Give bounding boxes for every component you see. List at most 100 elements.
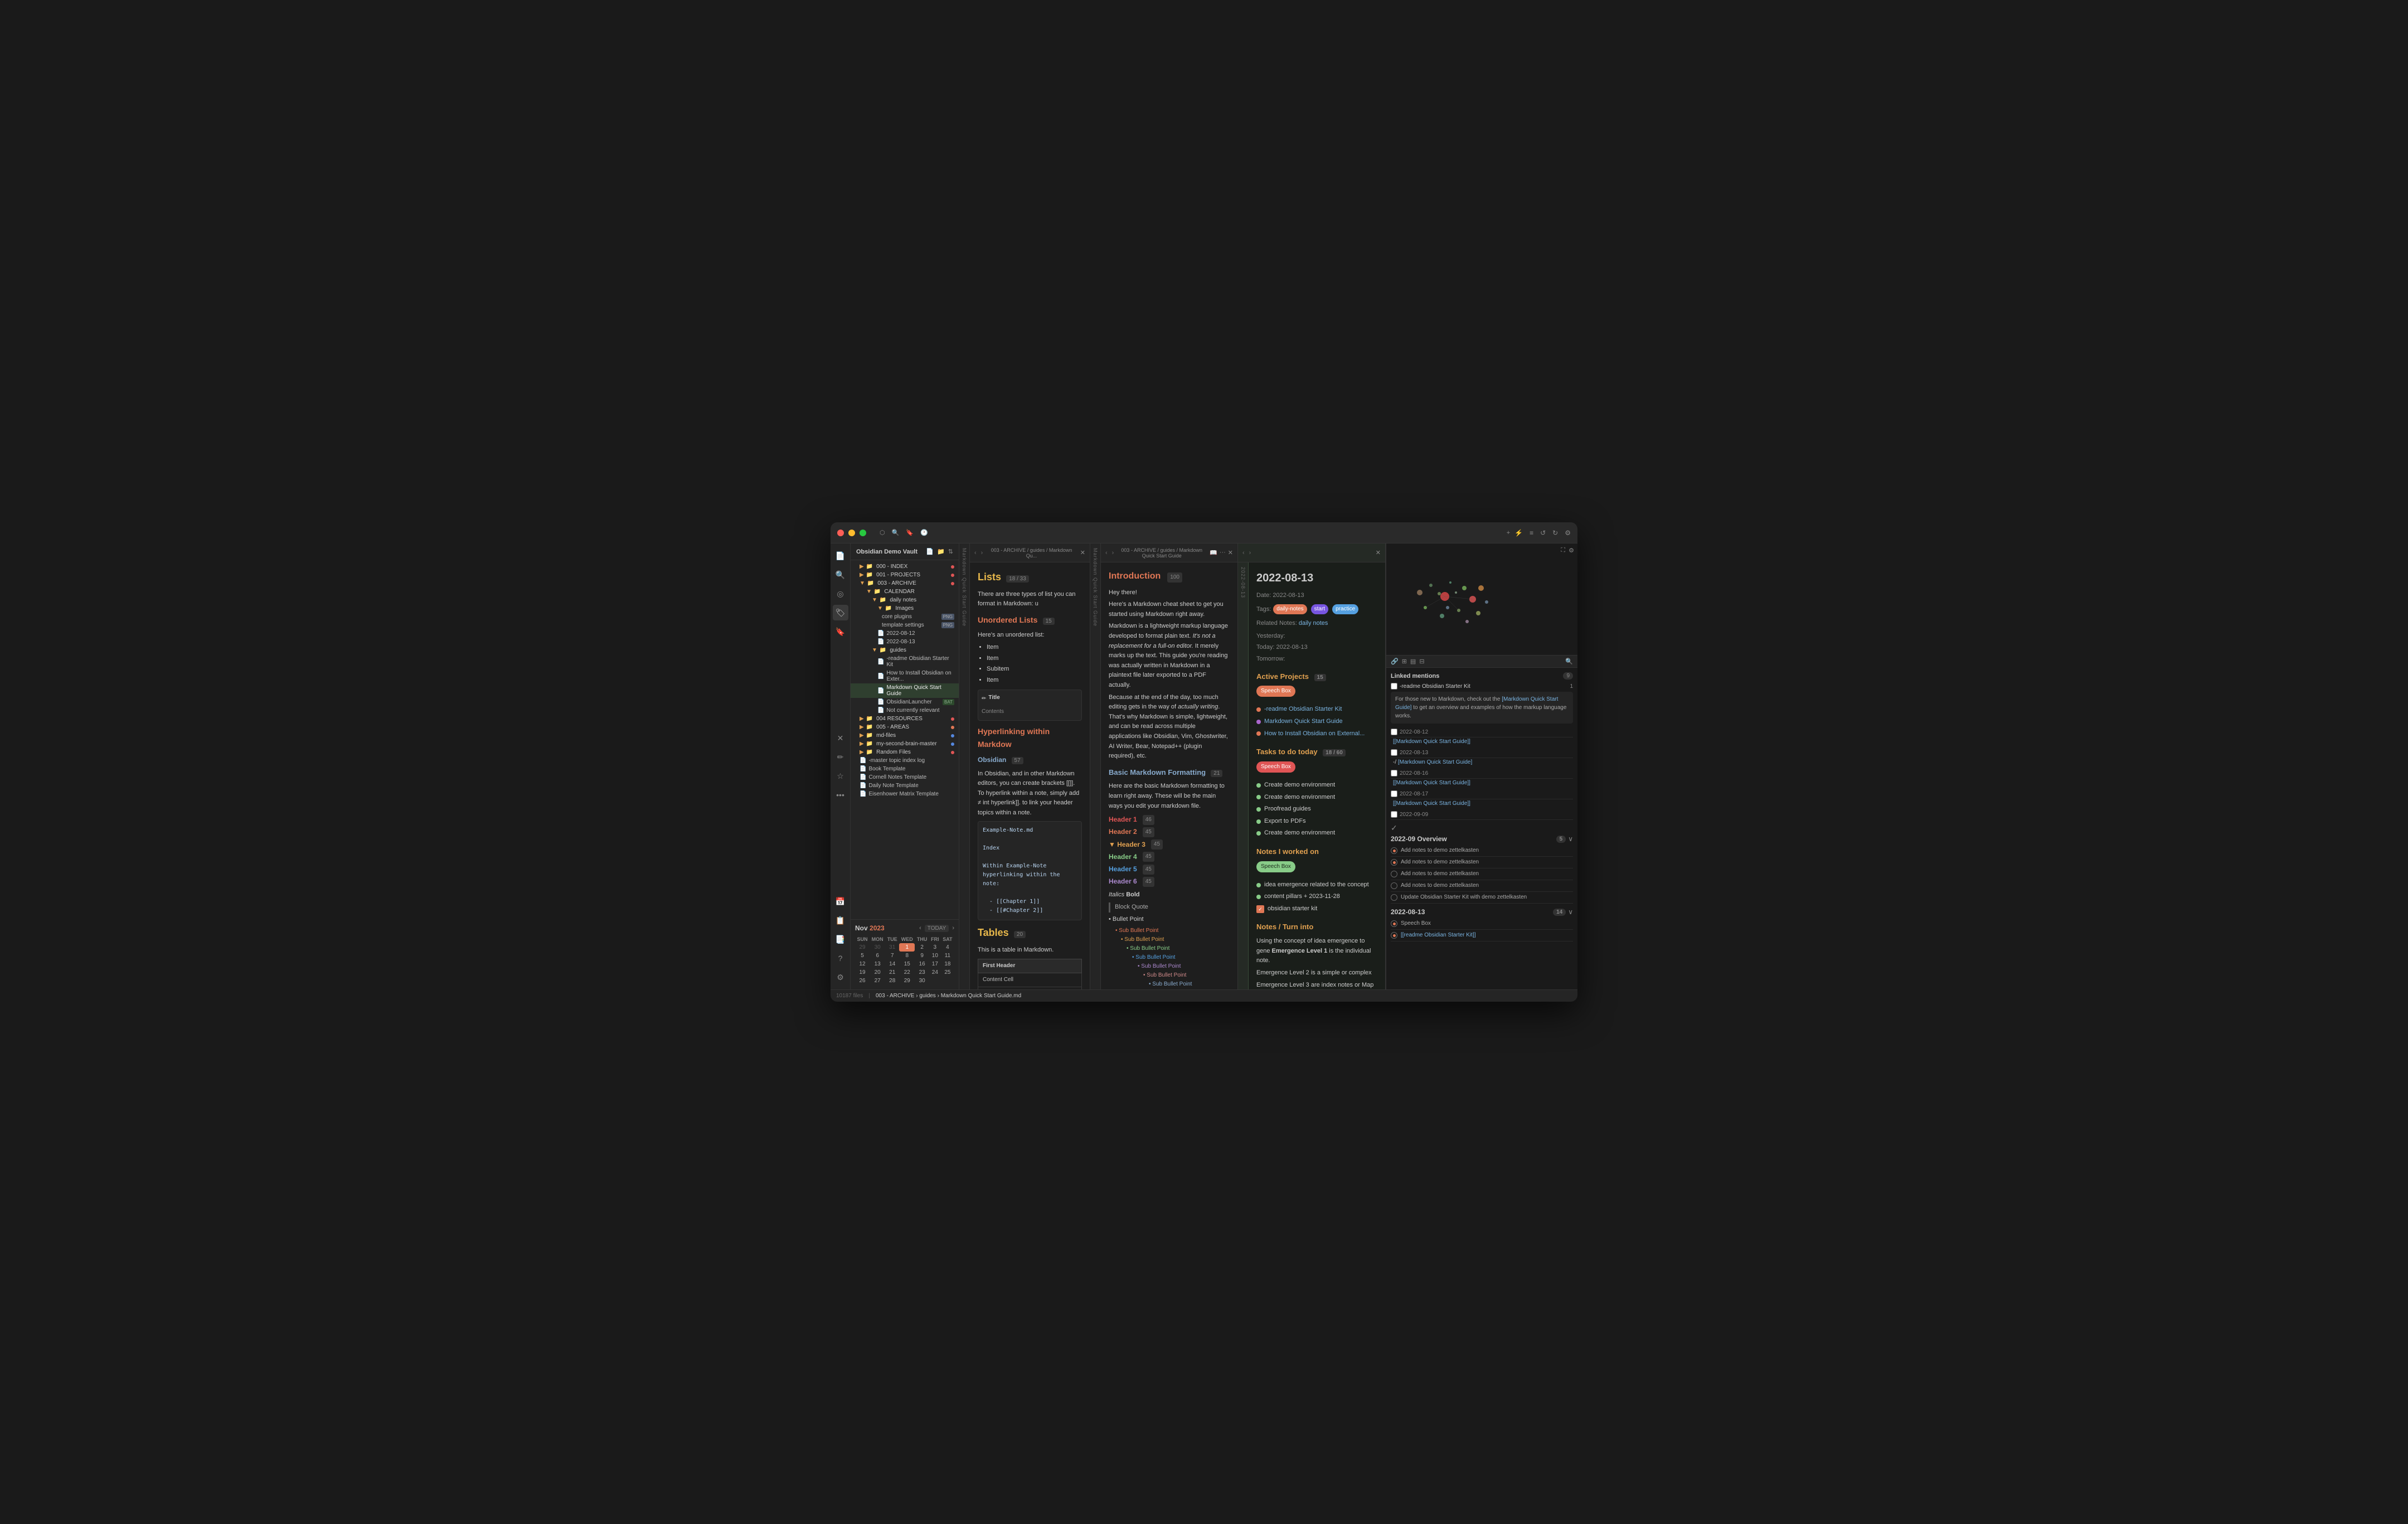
toolbar-table-icon[interactable]: ⊞ <box>1402 658 1407 665</box>
project-item-2[interactable]: Markdown Quick Start Guide <box>1256 716 1377 728</box>
tree-item-template-settings[interactable]: template settings PNG <box>851 621 959 629</box>
tab-nav-back-1[interactable]: ‹ <box>974 550 977 556</box>
tag-start[interactable]: start <box>1311 604 1328 614</box>
activity-pencil[interactable]: ✏ <box>833 749 848 765</box>
date-checkbox-2022-08-16[interactable] <box>1391 770 1397 776</box>
tab-nav-forward-3[interactable]: › <box>1249 550 1251 556</box>
graph-settings-icon[interactable]: ⚙ <box>1569 547 1574 554</box>
toolbar-tree-icon[interactable]: ⊟ <box>1419 658 1424 665</box>
cal-day[interactable]: 11 <box>941 952 954 960</box>
editor-content-3[interactable]: 2022-08-13 Date: 2022-08-13 Tags: daily-… <box>1249 562 1385 989</box>
new-file-icon[interactable]: 📄 <box>926 548 934 555</box>
tree-item-004-resources[interactable]: ▶ 📁 004 RESOURCES <box>851 715 959 723</box>
search-icon[interactable]: 🔍 <box>892 529 900 536</box>
task-item-4[interactable]: Export to PDFs <box>1256 816 1377 828</box>
new-folder-icon[interactable]: 📁 <box>937 548 945 555</box>
activity-help[interactable]: ? <box>833 950 848 966</box>
cal-day[interactable]: 31 <box>885 943 899 952</box>
close-tab-3[interactable]: ✕ <box>1376 549 1381 556</box>
tree-item-000-index[interactable]: ▶ 📁 000 - INDEX <box>851 562 959 571</box>
tree-item-my-second-brain[interactable]: ▶ 📁 my-second-brain-master <box>851 740 959 748</box>
toolbar-link-icon[interactable]: 🔗 <box>1391 658 1399 665</box>
sort-icon[interactable]: ⇅ <box>948 548 953 555</box>
outline-item-contents[interactable]: Contents <box>982 707 1078 717</box>
project-item-1[interactable]: -readme Obsidian Starter Kit <box>1256 703 1377 716</box>
cal-day[interactable]: 12 <box>855 960 870 968</box>
tree-item-cornell-notes[interactable]: 📄 Cornell Notes Template <box>851 773 959 782</box>
worked-item-1[interactable]: idea emergence related to the concept <box>1256 879 1377 891</box>
activity-search[interactable]: 🔍 <box>833 567 848 583</box>
related-value[interactable]: daily notes <box>1299 620 1328 627</box>
tree-item-how-to-install[interactable]: 📄 How to Install Obsidian on Exter... <box>851 669 959 683</box>
activity-tags[interactable]: 🏷 <box>833 605 848 620</box>
cal-day[interactable]: 27 <box>870 977 885 985</box>
tree-item-core-plugins[interactable]: core plugins PNG <box>851 613 959 621</box>
list-icon[interactable]: ≡ <box>1530 529 1533 537</box>
cal-day[interactable]: 13 <box>870 960 885 968</box>
activity-bookmarks[interactable]: 🔖 <box>833 624 848 639</box>
close-button[interactable] <box>837 530 844 536</box>
tree-item-markdown-guide[interactable]: 📄 Markdown Quick Start Guide <box>851 683 959 698</box>
mention-checkbox-1[interactable] <box>1391 683 1397 690</box>
cal-day[interactable]: 8 <box>899 952 915 960</box>
cal-day[interactable]: 14 <box>885 960 899 968</box>
task-item-3[interactable]: Proofread guides <box>1256 803 1377 816</box>
activity-star[interactable]: ☆ <box>833 768 848 784</box>
activity-file2[interactable]: 📋 <box>833 913 848 928</box>
history-icon[interactable]: 🕐 <box>920 529 928 536</box>
bookmark-icon[interactable]: 🔖 <box>906 529 914 536</box>
activity-graph[interactable]: ◎ <box>833 586 848 601</box>
cal-day[interactable]: 6 <box>870 952 885 960</box>
overview-2022-08-13-expand[interactable]: ∨ <box>1568 908 1573 916</box>
activity-calendar2[interactable]: 📅 <box>833 894 848 909</box>
cal-day[interactable]: 5 <box>855 952 870 960</box>
tree-item-md-files[interactable]: ▶ 📁 md-files <box>851 731 959 740</box>
cal-day[interactable]: 17 <box>929 960 941 968</box>
cal-day[interactable]: 30 <box>915 977 929 985</box>
tab-nav-forward-2[interactable]: › <box>1112 550 1114 556</box>
task-item-2[interactable]: Create demo environment <box>1256 792 1377 804</box>
cal-day[interactable]: 19 <box>855 968 870 977</box>
undo-icon[interactable]: ↺ <box>1540 529 1546 537</box>
settings-icon[interactable]: ⚙ <box>1565 529 1571 537</box>
date-checkbox-2022-08-13a[interactable] <box>1391 749 1397 756</box>
tree-item-001-projects[interactable]: ▶ 📁 001 - PROJECTS <box>851 571 959 579</box>
task-item-1[interactable]: Create demo environment <box>1256 779 1377 792</box>
cal-day[interactable]: 2 <box>915 943 929 952</box>
redo-icon[interactable]: ↻ <box>1552 529 1558 537</box>
task-item-5[interactable]: Create demo environment <box>1256 827 1377 839</box>
tree-item-003-archive[interactable]: ▼ 📁 003 - ARCHIVE <box>851 579 959 588</box>
tree-item-images[interactable]: ▼ 📁 Images <box>851 604 959 613</box>
tag-practice[interactable]: practice <box>1332 604 1358 614</box>
activity-dot[interactable]: ••• <box>833 787 848 803</box>
cal-day[interactable]: 23 <box>915 968 929 977</box>
close-tab-1[interactable]: ✕ <box>1080 549 1085 556</box>
tab-nav-forward-1[interactable]: › <box>981 550 983 556</box>
tree-item-book-template[interactable]: 📄 Book Template <box>851 765 959 773</box>
date-checkbox-2022-08-17[interactable] <box>1391 790 1397 797</box>
worked-item-3[interactable]: ✓ obsidian starter kit <box>1256 903 1377 915</box>
toolbar-search-icon[interactable]: 🔍 <box>1565 658 1573 665</box>
calendar-next[interactable]: › <box>952 925 954 931</box>
tree-item-005-areas[interactable]: ▶ 📁 005 - AREAS <box>851 723 959 731</box>
close-tab-2[interactable]: ✕ <box>1228 549 1233 556</box>
cal-day-today[interactable]: 1 <box>899 943 915 952</box>
editor-content-2[interactable]: Introduction 100 Hey there! Here's a Mar… <box>1101 562 1237 989</box>
tab-nav-back-3[interactable]: ‹ <box>1242 550 1245 556</box>
cal-day[interactable]: 24 <box>929 968 941 977</box>
tree-item-not-relevant[interactable]: 📄 Not currently relevant <box>851 706 959 715</box>
cal-day[interactable]: 29 <box>855 943 870 952</box>
cal-day[interactable]: 18 <box>941 960 954 968</box>
filter-icon[interactable]: ⚡ <box>1514 529 1523 537</box>
tree-item-master-topic[interactable]: 📄 -master topic index log <box>851 756 959 765</box>
tag-daily[interactable]: daily-notes <box>1273 604 1307 614</box>
maximize-button[interactable] <box>860 530 866 536</box>
cal-day[interactable]: 16 <box>915 960 929 968</box>
minimize-button[interactable] <box>848 530 855 536</box>
cal-day[interactable]: 3 <box>929 943 941 952</box>
editor-content-1[interactable]: Lists 18 / 33 There are three types of l… <box>970 562 1090 989</box>
cal-day[interactable]: 25 <box>941 968 954 977</box>
cal-day[interactable]: 20 <box>870 968 885 977</box>
tree-item-daily-notes[interactable]: ▼ 📁 daily notes <box>851 596 959 604</box>
activity-gear2[interactable]: ⚙ <box>833 969 848 985</box>
